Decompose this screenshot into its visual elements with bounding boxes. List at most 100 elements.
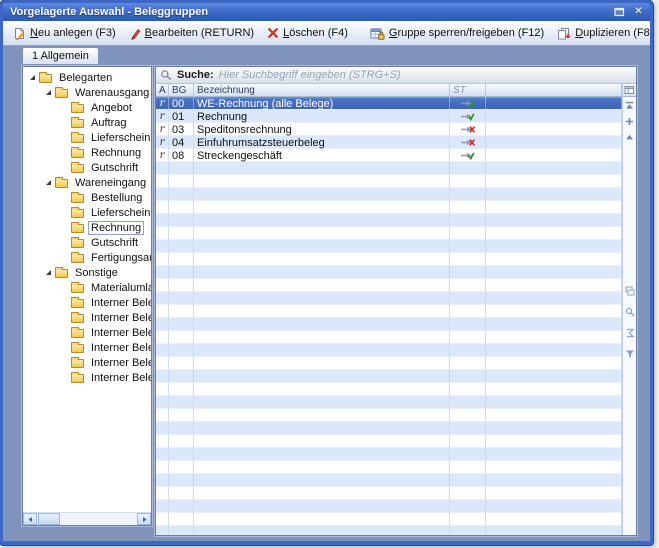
tree-item-interner-beleg-3-pps[interactable]: Interner Beleg 3 (PPS) — [23, 340, 151, 355]
cell-bez — [194, 201, 450, 214]
tree-item-angebot[interactable]: Angebot — [23, 100, 151, 115]
search-input[interactable]: Suche: Hier Suchbegriff eingeben (STRG+S… — [156, 67, 636, 84]
cell-a — [156, 383, 169, 396]
table-row-empty[interactable] — [156, 227, 622, 240]
table-row-empty[interactable] — [156, 331, 622, 344]
tree-item-label: Fertigungsauftrag (PPS) — [91, 251, 151, 264]
table-row-empty[interactable] — [156, 396, 622, 409]
tree-item-interner-beleg-2-pps[interactable]: Interner Beleg 2 (PPS) — [23, 325, 151, 340]
table-row-empty[interactable] — [156, 175, 622, 188]
tree-item-rechnung[interactable]: Rechnung — [23, 220, 151, 235]
tree-expander-icon[interactable] — [43, 180, 54, 185]
tree-expander-icon[interactable] — [43, 270, 54, 275]
tree-item-lieferschein[interactable]: Lieferschein — [23, 205, 151, 220]
table-row-empty[interactable] — [156, 188, 622, 201]
tree-item-sonstige[interactable]: Sonstige — [23, 265, 151, 280]
tree-item-materialumlauf-reparatur[interactable]: Materialumlauf/Reparatur — [23, 280, 151, 295]
toolbar-button-bearbeiten-return[interactable]: Bearbeiten (RETURN) — [124, 24, 261, 43]
table-row[interactable]: r 01 Rechnung — [156, 110, 622, 123]
table-row-empty[interactable] — [156, 357, 622, 370]
tree-item-auftrag[interactable]: Auftrag — [23, 115, 151, 130]
table-row[interactable]: r 04 Einfuhrumsatzsteuerbeleg — [156, 136, 622, 149]
scrollbar-track[interactable] — [60, 513, 137, 525]
tree-item-gutschrift[interactable]: Gutschrift — [23, 160, 151, 175]
column-header-rest[interactable] — [486, 84, 622, 97]
table-row-empty[interactable] — [156, 422, 622, 435]
table-row[interactable]: r 00 WE-Rechnung (alle Belege) — [156, 97, 622, 110]
table-row-empty[interactable] — [156, 474, 622, 487]
cell-a — [156, 175, 169, 188]
scroll-up-button[interactable] — [625, 129, 634, 145]
table-row-empty[interactable] — [156, 240, 622, 253]
toolbar-button-duplizieren-f8[interactable]: Duplizieren (F8) — [552, 24, 650, 43]
table-row-empty[interactable] — [156, 279, 622, 292]
table-row-empty[interactable] — [156, 500, 622, 513]
tree-item-wareneingang[interactable]: Wareneingang — [23, 175, 151, 190]
table-row-empty[interactable] — [156, 513, 622, 526]
column-header-bezeichnung[interactable]: Bezeichnung — [194, 84, 450, 97]
tab-allgemein[interactable]: 1 Allgemein — [22, 47, 99, 64]
scrollbar-thumb[interactable] — [38, 513, 60, 525]
tree-expander-icon[interactable] — [43, 90, 54, 95]
tree-item-interner-beleg[interactable]: Interner Beleg — [23, 295, 151, 310]
table-row-empty[interactable] — [156, 318, 622, 331]
column-header-st[interactable]: ST — [450, 84, 486, 97]
table-row-empty[interactable] — [156, 305, 622, 318]
folder-icon — [71, 341, 84, 353]
tree-item-interner-beleg-5-pps[interactable]: Interner Beleg 5 (PPS) — [23, 370, 151, 385]
magnifier-button[interactable] — [625, 304, 635, 320]
toolbar-button-gruppe-sperren-freigeben-f12[interactable]: Gruppe sperren/freigeben (F12) — [365, 24, 551, 43]
toolbar-button-neu-anlegen-f3[interactable]: Neu anlegen (F3) — [8, 24, 123, 43]
table-row-empty[interactable] — [156, 201, 622, 214]
cell-rest — [486, 136, 622, 149]
tree-item-belegarten[interactable]: Belegarten — [23, 70, 151, 85]
cell-rest — [486, 266, 622, 279]
tree-item-interner-beleg-4-pps[interactable]: Interner Beleg 4 (PPS) — [23, 355, 151, 370]
add-row-button[interactable] — [625, 113, 634, 129]
tree-item-lieferschein[interactable]: Lieferschein — [23, 130, 151, 145]
tree-item-warenausgang[interactable]: Warenausgang — [23, 85, 151, 100]
table-row-empty[interactable] — [156, 461, 622, 474]
table-row-empty[interactable] — [156, 487, 622, 500]
column-header-a[interactable]: A — [156, 84, 169, 97]
table-row-empty[interactable] — [156, 383, 622, 396]
table-row-empty[interactable] — [156, 253, 622, 266]
sum-button[interactable] — [625, 325, 635, 341]
tree-item-bestellung[interactable]: Bestellung — [23, 190, 151, 205]
column-chooser-button[interactable] — [623, 84, 636, 97]
column-header-bg[interactable]: BG — [169, 84, 194, 97]
table-row[interactable]: r 03 Speditonsrechnung — [156, 123, 622, 136]
windows-button[interactable] — [625, 283, 635, 299]
cell-a — [156, 487, 169, 500]
tree-item-label: Wareneingang — [75, 176, 147, 189]
scroll-right-button[interactable] — [137, 513, 151, 525]
toolbar-button-l-schen-f4[interactable]: Löschen (F4) — [262, 24, 355, 42]
tree-horizontal-scrollbar[interactable] — [23, 512, 151, 525]
tree-item-gutschrift[interactable]: Gutschrift — [23, 235, 151, 250]
table-row-empty[interactable] — [156, 409, 622, 422]
scroll-top-button[interactable] — [625, 97, 634, 113]
close-button[interactable]: ✕ — [631, 6, 646, 19]
table-row-empty[interactable] — [156, 266, 622, 279]
table-row-empty[interactable] — [156, 526, 622, 535]
table-row-empty[interactable] — [156, 162, 622, 175]
cell-bg: 00 — [169, 97, 194, 110]
scroll-left-button[interactable] — [23, 513, 37, 525]
table-row-empty[interactable] — [156, 370, 622, 383]
cell-bg — [169, 487, 194, 500]
cell-a — [156, 448, 169, 461]
filter-button[interactable] — [625, 346, 635, 362]
tree-item-interner-beleg-1-pps[interactable]: Interner Beleg 1 (PPS) — [23, 310, 151, 325]
table-row-empty[interactable] — [156, 435, 622, 448]
table-row-empty[interactable] — [156, 448, 622, 461]
table-row-empty[interactable] — [156, 292, 622, 305]
folder-icon — [71, 221, 84, 233]
scroll-top-icon — [625, 101, 634, 110]
tree-expander-icon[interactable] — [27, 75, 38, 80]
table-row-empty[interactable] — [156, 344, 622, 357]
tree-item-fertigungsauftrag-pps[interactable]: Fertigungsauftrag (PPS) — [23, 250, 151, 265]
table-row[interactable]: r 08 Streckengeschäft — [156, 149, 622, 162]
maximize-button[interactable] — [612, 6, 627, 19]
tree-item-rechnung[interactable]: Rechnung — [23, 145, 151, 160]
table-row-empty[interactable] — [156, 214, 622, 227]
